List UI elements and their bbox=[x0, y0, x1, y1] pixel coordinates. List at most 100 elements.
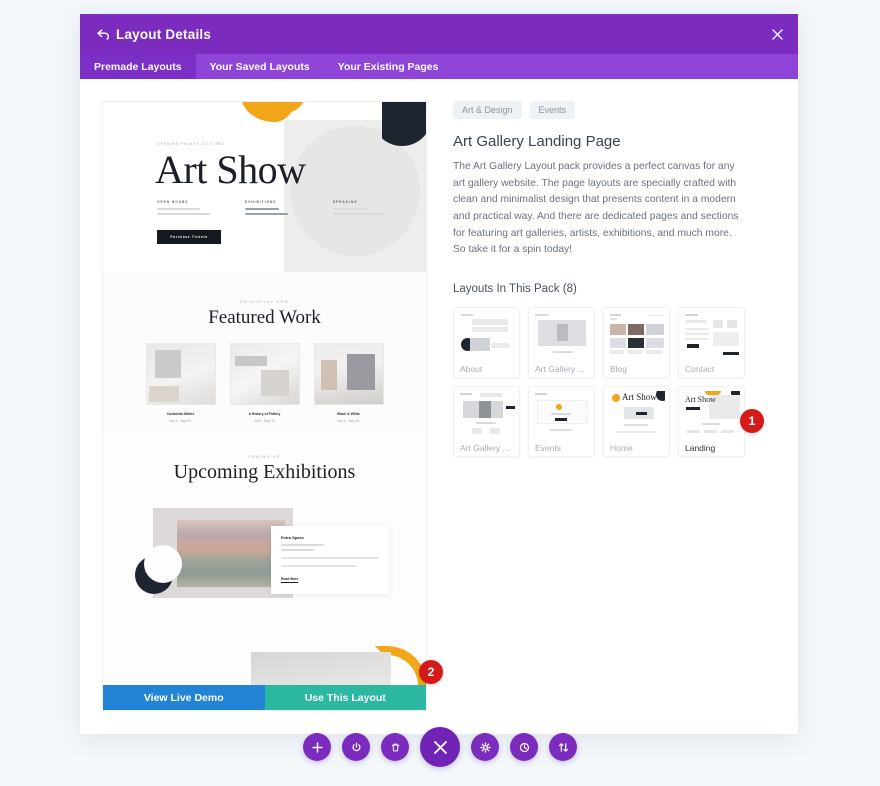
exhibition-read-more: Read More bbox=[281, 577, 299, 583]
featured-cards: Curatorial Affairs Jun 4 - Sept 10 A His… bbox=[103, 343, 426, 423]
layout-thumbnail bbox=[608, 312, 665, 359]
layout-card-label: Landing bbox=[685, 443, 716, 454]
layouts-grid: About Art Gallery ... Blog Contact Art G… bbox=[453, 307, 753, 458]
trash-icon bbox=[390, 742, 401, 753]
layout-card-label: Art Gallery ... bbox=[460, 443, 510, 454]
modal-title: Layout Details bbox=[116, 26, 212, 42]
power-button[interactable] bbox=[342, 733, 370, 761]
hero-cta-button: Purchase Tickets bbox=[157, 230, 221, 244]
hero-column: EXHIBITIONS bbox=[245, 200, 307, 218]
upcoming-kicker: COMING UP bbox=[248, 455, 281, 459]
layout-thumbnail: Art Show bbox=[608, 391, 665, 438]
layout-card-contact[interactable]: Contact bbox=[678, 307, 745, 379]
image-shape bbox=[148, 386, 179, 402]
sort-icon bbox=[558, 742, 569, 753]
pack-heading: Layouts In This Pack (8) bbox=[453, 283, 577, 296]
settings-button[interactable] bbox=[471, 733, 499, 761]
layout-card-label: Art Gallery ... bbox=[535, 364, 585, 375]
tab-your-saved-layouts[interactable]: Your Saved Layouts bbox=[196, 54, 324, 79]
history-icon bbox=[519, 742, 530, 753]
hero-cta-label: Purchase Tickets bbox=[170, 235, 208, 239]
modal-body: OPENING FRIDAY JULY 3RD Art Show OPEN HO… bbox=[80, 79, 798, 734]
hero-line bbox=[157, 213, 210, 215]
hero-kicker: OPENING FRIDAY JULY 3RD bbox=[157, 142, 225, 146]
preview-upcoming-section: COMING UP Upcoming Exhibitions Extra Spa… bbox=[103, 433, 426, 710]
category-tag-events[interactable]: Events bbox=[529, 101, 576, 119]
layout-thumbnail bbox=[533, 312, 590, 359]
preview-hero-section: OPENING FRIDAY JULY 3RD Art Show OPEN HO… bbox=[103, 102, 426, 272]
layout-description: The Art Gallery Layout pack provides a p… bbox=[453, 161, 739, 256]
back-arrow-icon[interactable] bbox=[90, 28, 116, 40]
layout-thumbnail bbox=[533, 391, 590, 438]
hero-dark-corner-icon bbox=[382, 102, 426, 146]
featured-title: Featured Work bbox=[208, 307, 321, 328]
exhibition-text bbox=[281, 557, 379, 559]
hero-line bbox=[333, 208, 368, 210]
hero-title: Art Show bbox=[155, 147, 306, 192]
featured-card: Black & White Jun 9 - Sept 18 bbox=[313, 343, 384, 423]
annotation-badge-1: 1 bbox=[740, 409, 764, 433]
view-live-demo-button[interactable]: View Live Demo bbox=[103, 685, 265, 710]
preview-featured-section: ON DISPLAY NOW Featured Work Curatorial … bbox=[103, 272, 426, 433]
category-tag-art-design[interactable]: Art & Design bbox=[453, 101, 522, 119]
layout-card-home[interactable]: Art Show Home bbox=[603, 386, 670, 458]
layout-card-art-gallery-2[interactable]: Art Gallery ... bbox=[453, 386, 520, 458]
image-shape bbox=[260, 370, 289, 396]
preview-action-bar: View Live Demo Use This Layout bbox=[103, 685, 426, 710]
exhibition-block: Extra Space Read More bbox=[103, 500, 426, 640]
featured-kicker: ON DISPLAY NOW bbox=[240, 300, 289, 304]
close-icon[interactable] bbox=[756, 14, 798, 54]
close-editor-button[interactable] bbox=[420, 727, 460, 767]
use-this-layout-button[interactable]: Use This Layout bbox=[264, 685, 426, 710]
hero-columns: OPEN HOURS EXHIBITIONS SPEAKING bbox=[157, 200, 407, 218]
layout-thumbnail bbox=[458, 391, 515, 438]
exhibition-text bbox=[281, 565, 358, 567]
layout-card-art-gallery[interactable]: Art Gallery ... bbox=[528, 307, 595, 379]
featured-card-name: A History of Pottery bbox=[248, 412, 281, 416]
hero-line bbox=[245, 208, 280, 210]
layout-card-label: Blog bbox=[610, 364, 628, 375]
annotation-badge-2: 2 bbox=[419, 660, 443, 684]
modal-header: Layout Details bbox=[80, 14, 798, 54]
image-shape bbox=[320, 360, 337, 390]
featured-card-name: Curatorial Affairs bbox=[166, 412, 195, 416]
exhibition-photo bbox=[177, 520, 285, 587]
tab-premade-layouts[interactable]: Premade Layouts bbox=[80, 54, 196, 79]
layout-card-landing[interactable]: Art Show Landing bbox=[678, 386, 745, 458]
layout-thumbnail bbox=[683, 312, 740, 359]
add-button[interactable] bbox=[303, 733, 331, 761]
gear-icon bbox=[479, 741, 491, 753]
trash-button[interactable] bbox=[381, 733, 409, 761]
hero-line bbox=[333, 213, 386, 215]
featured-card: A History of Pottery Jul 8 - Sept 10 bbox=[229, 343, 300, 423]
exhibition-card: Extra Space Read More bbox=[271, 526, 389, 594]
layout-card-label: About bbox=[460, 364, 483, 375]
tab-bar: Premade Layouts Your Saved Layouts Your … bbox=[80, 54, 798, 79]
layout-card-events[interactable]: Events bbox=[528, 386, 595, 458]
layout-card-blog[interactable]: Blog bbox=[603, 307, 670, 379]
tab-your-existing-pages[interactable]: Your Existing Pages bbox=[324, 54, 453, 79]
featured-card-date: Jul 8 - Sept 10 bbox=[254, 419, 275, 423]
history-button[interactable] bbox=[510, 733, 538, 761]
page-title: Art Gallery Landing Page bbox=[453, 133, 621, 150]
sort-button[interactable] bbox=[549, 733, 577, 761]
hero-column-heading: EXHIBITIONS bbox=[245, 200, 277, 204]
editor-toolbar bbox=[0, 722, 880, 772]
featured-card-name: Black & White bbox=[337, 412, 360, 416]
image-shape bbox=[234, 356, 267, 366]
exhibition-meta bbox=[281, 544, 325, 546]
dark-moon-shape-icon bbox=[135, 545, 182, 594]
image-shape bbox=[154, 350, 181, 378]
layout-preview-panel[interactable]: OPENING FRIDAY JULY 3RD Art Show OPEN HO… bbox=[102, 101, 427, 711]
layout-card-label: Contact bbox=[685, 364, 715, 375]
layout-preview-scroll: OPENING FRIDAY JULY 3RD Art Show OPEN HO… bbox=[103, 102, 426, 710]
layout-card-about[interactable]: About bbox=[453, 307, 520, 379]
power-icon bbox=[351, 742, 362, 753]
featured-image bbox=[145, 343, 216, 405]
exhibition-meta bbox=[281, 549, 315, 551]
hero-column-heading: OPEN HOURS bbox=[157, 200, 189, 204]
exhibition-name: Extra Space bbox=[281, 535, 304, 540]
layout-card-label: Home bbox=[610, 443, 633, 454]
upcoming-title: Upcoming Exhibitions bbox=[173, 461, 356, 483]
hero-column: SPEAKING bbox=[333, 200, 395, 218]
